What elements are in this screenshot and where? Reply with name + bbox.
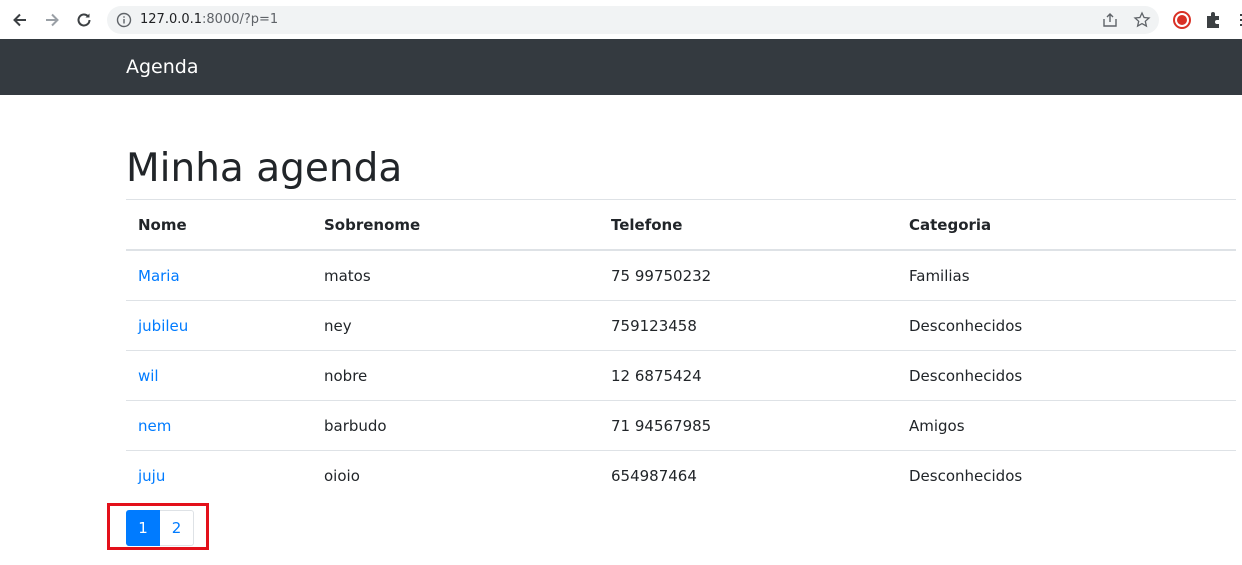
navbar: Agenda: [0, 39, 1242, 95]
cell-telefone: 71 94567985: [599, 400, 897, 451]
cell-sobrenome: barbudo: [312, 400, 599, 451]
cell-nome: nem: [126, 400, 312, 451]
cell-categoria: Desconhecidos: [897, 450, 1236, 500]
contact-name-link[interactable]: wil: [138, 367, 159, 385]
cell-categoria: Familias: [897, 249, 1236, 301]
record-extension-icon[interactable]: [1172, 10, 1192, 30]
contacts-table: Nome Sobrenome Telefone Categoria Maria …: [126, 199, 1236, 500]
browser-toolbar: 127.0.0.1:8000/?p=1: [0, 0, 1242, 40]
back-arrow-icon[interactable]: [8, 8, 32, 32]
contact-name-link[interactable]: Maria: [138, 267, 180, 285]
table-row: juju oioio 654987464 Desconhecidos: [126, 450, 1236, 500]
url-path: :8000/?p=1: [202, 12, 279, 27]
table-row: jubileu ney 759123458 Desconhecidos: [126, 300, 1236, 351]
cell-telefone: 654987464: [599, 450, 897, 500]
column-header-telefone: Telefone: [599, 199, 897, 251]
url-text[interactable]: 127.0.0.1:8000/?p=1: [140, 11, 278, 29]
cell-telefone: 759123458: [599, 300, 897, 351]
cell-nome: jubileu: [126, 300, 312, 351]
cell-telefone: 12 6875424: [599, 350, 897, 401]
bookmark-star-icon[interactable]: [1133, 11, 1151, 29]
cell-nome: wil: [126, 350, 312, 401]
puzzle-extensions-icon[interactable]: [1204, 10, 1224, 30]
table-row: nem barbudo 71 94567985 Amigos: [126, 400, 1236, 451]
address-bar[interactable]: 127.0.0.1:8000/?p=1: [107, 6, 1159, 34]
column-header-nome: Nome: [126, 199, 312, 251]
cell-categoria: Desconhecidos: [897, 350, 1236, 401]
table-row: Maria matos 75 99750232 Familias: [126, 249, 1236, 301]
cell-sobrenome: nobre: [312, 350, 599, 401]
table-header-row: Nome Sobrenome Telefone Categoria: [126, 199, 1236, 251]
reload-icon[interactable]: [72, 8, 96, 32]
cell-nome: Maria: [126, 249, 312, 301]
forward-arrow-icon[interactable]: [40, 8, 64, 32]
cell-sobrenome: ney: [312, 300, 599, 351]
contact-name-link[interactable]: jubileu: [138, 317, 188, 335]
column-header-sobrenome: Sobrenome: [312, 199, 599, 251]
cell-sobrenome: matos: [312, 249, 599, 301]
url-host: 127.0.0.1: [140, 12, 203, 27]
menu-icon[interactable]: [1234, 10, 1242, 30]
page-title: Minha agenda: [126, 146, 403, 191]
info-icon[interactable]: [116, 12, 132, 28]
contact-name-link[interactable]: nem: [138, 417, 171, 435]
cell-categoria: Amigos: [897, 400, 1236, 451]
navbar-brand[interactable]: Agenda: [126, 55, 199, 79]
cell-nome: juju: [126, 450, 312, 500]
highlight-box: [107, 503, 209, 550]
cell-telefone: 75 99750232: [599, 249, 897, 301]
contact-name-link[interactable]: juju: [138, 467, 165, 485]
share-icon[interactable]: [1101, 11, 1119, 29]
cell-sobrenome: oioio: [312, 450, 599, 500]
cell-categoria: Desconhecidos: [897, 300, 1236, 351]
column-header-categoria: Categoria: [897, 199, 1236, 251]
table-row: wil nobre 12 6875424 Desconhecidos: [126, 350, 1236, 401]
